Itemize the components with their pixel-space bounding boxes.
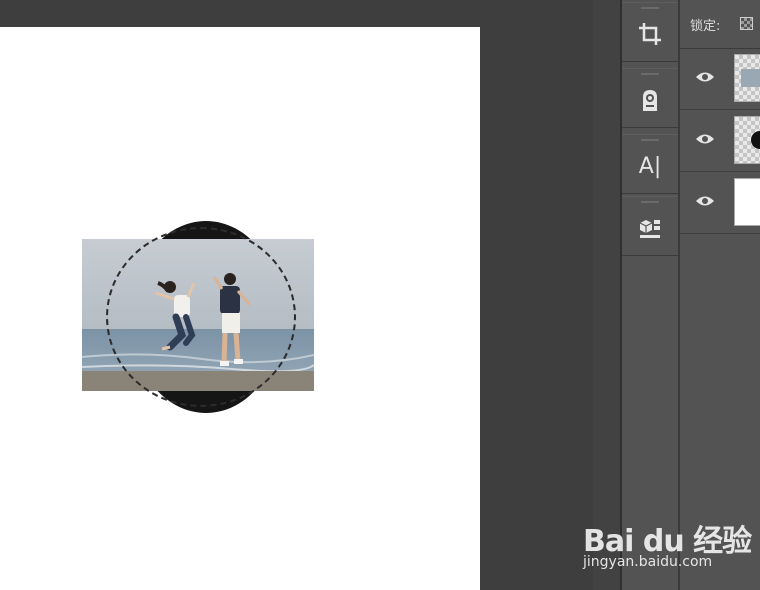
- layer-row-photo[interactable]: [680, 48, 760, 110]
- type-tool-label: A|: [638, 153, 662, 179]
- photo-thumb-fill: [741, 69, 760, 87]
- grip-handle: [641, 73, 659, 75]
- lock-transparency-icon[interactable]: [740, 17, 753, 30]
- layer-row-circle[interactable]: [680, 110, 760, 172]
- puppet-icon: [635, 85, 665, 115]
- left-tool-strip: [593, 0, 620, 590]
- tool-3d[interactable]: [622, 196, 678, 256]
- circle-thumb-fill: [751, 131, 760, 149]
- crop-icon: [635, 19, 665, 49]
- grip-handle: [641, 201, 659, 203]
- layers-panel: 锁定:: [678, 0, 760, 590]
- tool-puppet[interactable]: [622, 68, 678, 128]
- visibility-eye-icon[interactable]: [695, 194, 715, 208]
- document-workspace: [0, 0, 593, 590]
- artwork-group[interactable]: [82, 221, 314, 415]
- circular-marquee-selection[interactable]: [106, 227, 296, 407]
- grip-handle: [641, 139, 659, 141]
- document-canvas[interactable]: [0, 27, 480, 590]
- layer-thumbnail-circle: [734, 116, 760, 164]
- lock-row: 锁定:: [680, 0, 760, 49]
- layer-thumbnail-background: [734, 178, 760, 226]
- tools-panel: A|: [622, 0, 678, 590]
- type-icon: A|: [635, 151, 665, 181]
- layer-row-background[interactable]: [680, 172, 760, 234]
- visibility-eye-icon[interactable]: [695, 70, 715, 84]
- tool-crop[interactable]: [622, 2, 678, 62]
- baidu-watermark: Bai du 经验 jingyan.baidu.com: [583, 506, 752, 576]
- grip-handle: [641, 7, 659, 9]
- lock-label: 锁定:: [690, 19, 721, 34]
- visibility-eye-icon[interactable]: [695, 132, 715, 146]
- 3d-cube-icon: [635, 213, 665, 243]
- layer-thumbnail-photo: [734, 54, 760, 102]
- watermark-url: jingyan.baidu.com: [583, 554, 713, 570]
- tool-type[interactable]: A|: [622, 134, 678, 194]
